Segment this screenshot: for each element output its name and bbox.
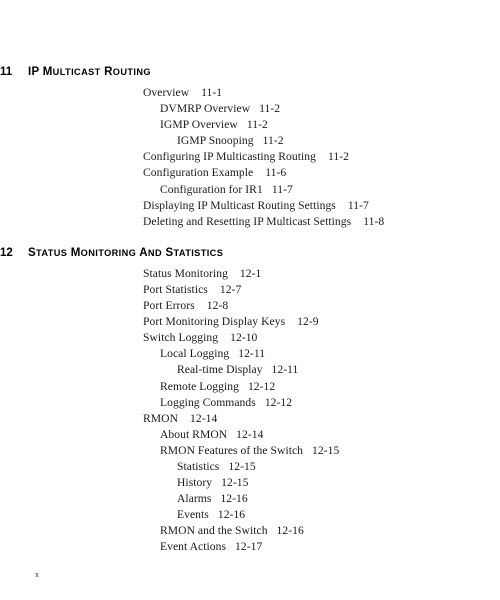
toc-entry-page: 11-2 — [262, 134, 284, 148]
toc-entry-page: 12-16 — [276, 524, 304, 538]
page-folio: x — [35, 570, 40, 579]
toc-entry-page: 12-14 — [236, 427, 264, 441]
chapter-heading[interactable]: 12 STATUS MONITORING AND STATISTICS — [0, 247, 500, 259]
heading-spacer — [0, 259, 500, 264]
toc-entry[interactable]: Event Actions 12-17 — [0, 539, 500, 555]
toc-entry-page: 12-12 — [247, 379, 276, 393]
toc-entry[interactable]: Port Monitoring Display Keys 12-9 — [0, 314, 500, 330]
chapter-heading[interactable]: 11 IP MULTICAST ROUTING — [0, 66, 500, 78]
toc-entry-label: Port Monitoring Display Keys — [143, 315, 286, 329]
toc-entry-label: Remote Logging — [160, 379, 239, 393]
toc-entry[interactable]: Configuration for IR1 11-7 — [0, 182, 500, 198]
toc-entry-label: Alarms — [177, 492, 212, 506]
toc-entry[interactable]: Local Logging 12-11 — [0, 346, 500, 362]
toc-entry-label: About RMON — [160, 427, 228, 441]
toc-entry-page: 12-11 — [271, 363, 299, 377]
toc-entry[interactable]: Alarms 12-16 — [0, 491, 500, 507]
toc-entry[interactable]: Switch Logging 12-10 — [0, 330, 500, 346]
toc-entry-page: 12-11 — [238, 347, 266, 361]
toc-entry[interactable]: Remote Logging 12-12 — [0, 379, 500, 395]
toc-entry-label: RMON and the Switch — [160, 524, 268, 538]
toc-entry-label: Configuration for IR1 — [160, 182, 263, 196]
toc-entry-label: Local Logging — [160, 347, 230, 361]
chapter-title: STATUS MONITORING AND STATISTICS — [28, 246, 224, 259]
toc-entry-page: 12-16 — [220, 492, 248, 506]
chapter-block: 11 IP MULTICAST ROUTING Overview 11-1 DVMRP … — [0, 66, 500, 230]
toc-entry-label: Deleting and Resetting IP Multicast Sett… — [143, 214, 352, 228]
toc-entry-label: Real-time Display — [177, 363, 263, 377]
toc-entry[interactable]: Deleting and Resetting IP Multicast Sett… — [0, 214, 500, 230]
toc-entry-page: 12-16 — [217, 508, 246, 522]
toc-entry-page: 11-1 — [201, 86, 223, 99]
toc-entry-page: 12-17 — [235, 540, 263, 554]
toc-entry[interactable]: Configuring IP Multicasting Routing 11-2 — [0, 149, 500, 165]
chapter-number: 12 — [0, 246, 13, 259]
toc-entry[interactable]: Statistics 12-15 — [0, 459, 500, 475]
toc-entry-label: Switch Logging — [143, 331, 219, 345]
toc-entry[interactable]: Status Monitoring 12-1 — [0, 266, 500, 282]
toc-entry-page: 11-2 — [259, 102, 281, 116]
toc-entry[interactable]: Events 12-16 — [0, 507, 500, 523]
toc-entry-page: 11-7 — [271, 182, 293, 196]
toc-entry[interactable]: Real-time Display 12-11 — [0, 362, 500, 378]
toc-entry[interactable]: Logging Commands 12-12 — [0, 395, 500, 411]
toc-entry-label: Events — [177, 508, 209, 522]
toc-entry-page: 12-15 — [312, 443, 340, 457]
toc-entry-label: Event Actions — [160, 540, 227, 554]
toc-entry-page: 12-10 — [230, 331, 258, 345]
toc-entry-page: 12-7 — [219, 282, 242, 296]
toc-entry-label: Port Statistics — [143, 282, 208, 296]
chapter-title: IP MULTICAST ROUTING — [28, 66, 151, 78]
toc-entry[interactable]: History 12-15 — [0, 475, 500, 491]
toc-entry-label: Port Errors — [143, 299, 195, 313]
toc-entry-label: Overview — [143, 86, 190, 99]
chapter-spacer — [0, 230, 500, 247]
toc-entry-page: 11-7 — [347, 198, 369, 212]
toc-entry-label: DVMRP Overview — [160, 102, 251, 116]
toc-entry-page: 12-15 — [228, 459, 256, 473]
toc-entry[interactable]: Port Statistics 12-7 — [0, 282, 500, 298]
toc-entry-label: RMON — [143, 411, 178, 425]
toc-entry[interactable]: Displaying IP Multicast Routing Settings… — [0, 198, 500, 214]
toc-entry-page: 12-14 — [190, 411, 218, 425]
toc-entry-label: Logging Commands — [160, 395, 256, 409]
toc-entry-label: Status Monitoring — [143, 266, 228, 280]
toc-entry-label: IGMP Snooping — [177, 134, 254, 148]
toc-entry[interactable]: Port Errors 12-8 — [0, 298, 500, 314]
toc-entry-label: IGMP Overview — [160, 118, 238, 132]
toc-entry-page: 12-1 — [239, 266, 262, 280]
heading-spacer — [0, 78, 500, 83]
toc-entry-label: Statistics — [177, 459, 220, 473]
toc-entry-page: 11-6 — [265, 166, 287, 180]
table-of-contents: 11 IP MULTICAST ROUTING Overview 11-1 DVMRP … — [0, 0, 500, 556]
toc-entry[interactable]: About RMON 12-14 — [0, 427, 500, 443]
toc-entry[interactable]: Configuration Example 11-6 — [0, 165, 500, 181]
toc-entry-label: Configuring IP Multicasting Routing — [143, 150, 316, 164]
chapter-entry-list: Overview 11-1 DVMRP Overview 11-2 IGMP Overv… — [0, 85, 500, 230]
toc-entry[interactable]: RMON Features of the Switch 12-15 — [0, 443, 500, 459]
toc-entry[interactable]: RMON 12-14 — [0, 411, 500, 427]
toc-entry[interactable]: DVMRP Overview 11-2 — [0, 101, 500, 117]
toc-page: 11 IP MULTICAST ROUTING Overview 11-1 DVMRP … — [0, 0, 500, 600]
toc-entry-page: 12-8 — [206, 299, 229, 313]
toc-entry[interactable]: Overview 11-1 — [0, 85, 500, 101]
chapter-entry-list: Status Monitoring 12-1 Port Statistics 12-7… — [0, 266, 500, 556]
toc-entry-page: 12-15 — [221, 476, 249, 490]
toc-entry[interactable]: IGMP Overview 11-2 — [0, 117, 500, 133]
chapter-block: 12 STATUS MONITORING AND STATISTICS Status… — [0, 247, 500, 556]
toc-entry-label: Displaying IP Multicast Routing Settings — [143, 198, 336, 212]
toc-entry-page: 11-2 — [246, 118, 268, 132]
toc-entry-page: 11-2 — [327, 150, 350, 164]
toc-entry-page: 12-9 — [297, 315, 319, 329]
chapter-number: 11 — [0, 66, 13, 78]
toc-entry-page: 11-8 — [363, 214, 385, 228]
toc-entry[interactable]: RMON and the Switch 12-16 — [0, 523, 500, 539]
toc-entry-label: RMON Features of the Switch — [160, 443, 304, 457]
toc-entry-label: Configuration Example — [143, 166, 254, 180]
toc-entry[interactable]: IGMP Snooping 11-2 — [0, 133, 500, 149]
toc-entry-label: History — [177, 476, 213, 490]
toc-entry-page: 12-12 — [264, 395, 293, 409]
